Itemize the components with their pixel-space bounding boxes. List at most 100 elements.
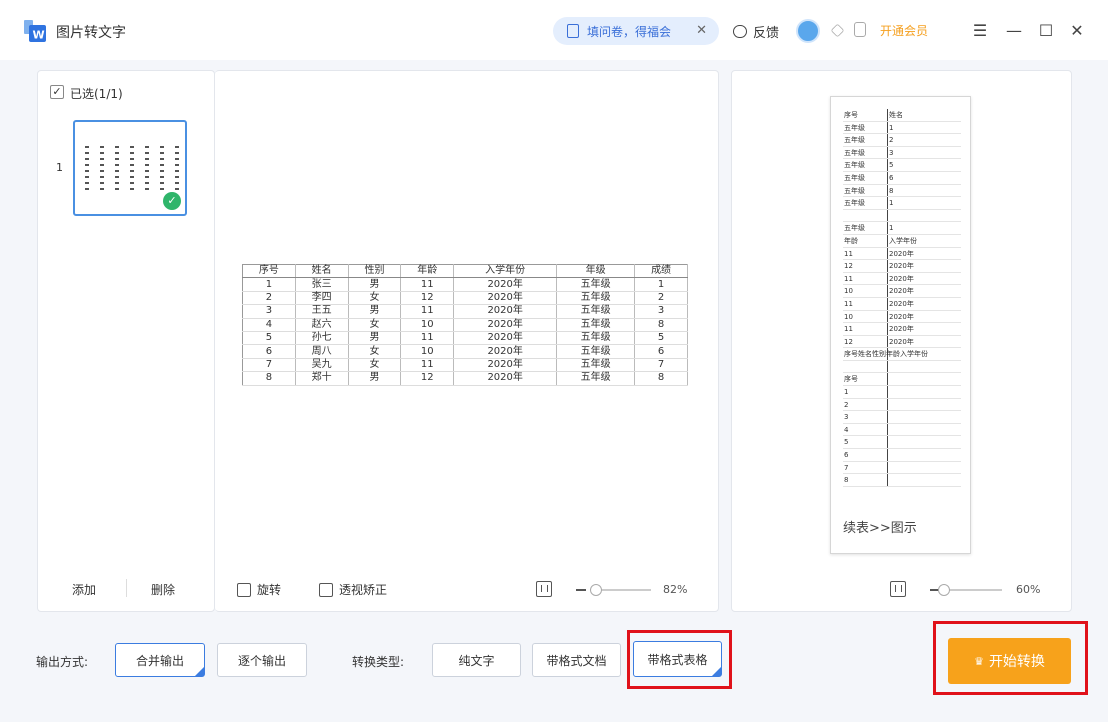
table-cell: 五年级	[556, 344, 636, 359]
table-cell: 1	[634, 277, 688, 292]
feedback-label: 反馈	[753, 26, 780, 41]
maximize-icon[interactable]: ☐	[1034, 18, 1058, 42]
result-cell: 五年级	[844, 173, 865, 182]
table-cell: 6	[242, 344, 296, 359]
minimize-icon[interactable]: —	[1002, 18, 1026, 42]
result-cell: 姓名	[889, 111, 903, 119]
table-cell: 2020年	[453, 318, 558, 332]
zoom-slider-handle[interactable]	[590, 584, 602, 596]
fit-page-icon[interactable]	[536, 581, 552, 597]
result-row: 7	[843, 461, 961, 475]
result-row: 11 2020年	[843, 297, 961, 311]
table-cell: 周八	[295, 344, 349, 359]
result-row: 序号 姓名	[843, 109, 961, 122]
table-cell: 10	[400, 318, 455, 332]
result-cell: 2020年	[889, 325, 914, 334]
table-cell: 2020年	[453, 304, 558, 319]
delete-button[interactable]: 删除	[151, 581, 175, 598]
add-button[interactable]: 添加	[72, 581, 96, 598]
close-icon[interactable]: ✕	[1065, 18, 1089, 42]
fit-page-icon[interactable]	[890, 581, 906, 597]
start-convert-button[interactable]: ♛ 开始转换	[948, 638, 1071, 684]
result-cell: 五年级	[844, 199, 865, 208]
result-cell: 入学年份	[889, 236, 917, 245]
table-cell: 女	[348, 344, 402, 359]
zoom-slider-handle[interactable]	[938, 584, 950, 596]
table-cell: 2020年	[453, 344, 558, 359]
table-cell: 8	[242, 371, 296, 386]
svg-text:W: W	[33, 29, 45, 42]
table-cell: 赵六	[295, 318, 349, 332]
result-cell: 五年级	[844, 148, 865, 157]
check-badge-icon: ✓	[163, 192, 181, 210]
result-row: 五年级 2	[843, 134, 961, 147]
table-row: 1 张三男 11 2020年 五年级 1	[242, 277, 688, 292]
result-cell: 1	[889, 224, 894, 233]
table-row: 2 李四女 12 2020年 五年级 2	[242, 291, 688, 306]
zoom-percent: 60%	[1016, 583, 1041, 596]
table-cell: 五年级	[556, 277, 636, 292]
result-cell: 序号	[844, 111, 858, 119]
table-cell: 五年级	[556, 371, 636, 386]
zoom-percent: 82%	[663, 583, 688, 596]
result-cell: 五年级	[844, 161, 865, 170]
table-cell: 2020年	[453, 291, 558, 306]
result-cell: 11	[844, 299, 853, 308]
rotate-button[interactable]: 旋转	[237, 581, 281, 598]
table-cell: 5	[242, 331, 296, 346]
table-cell: 女	[348, 291, 402, 306]
table-cell: 6	[634, 344, 688, 359]
result-row: 10 2020年	[843, 285, 961, 298]
table-cell: 女	[348, 318, 402, 332]
formatted-doc-button[interactable]: 带格式文档	[532, 643, 621, 677]
table-row: 4 赵六女 10 2020年 五年级 8	[242, 318, 688, 332]
result-cell: 8	[889, 186, 894, 195]
table-cell: 五年级	[556, 291, 636, 306]
separate-output-button[interactable]: 逐个输出	[217, 643, 307, 677]
result-cell: 11	[844, 325, 853, 334]
zoom-out-icon[interactable]	[576, 589, 586, 591]
table-cell: 2	[242, 291, 296, 306]
rotate-icon	[237, 582, 251, 597]
feedback-button[interactable]: 反馈	[733, 22, 779, 41]
result-cell: 五年级	[844, 123, 865, 132]
diamond-icon[interactable]	[830, 23, 845, 38]
table-cell: 11	[400, 358, 455, 373]
select-all-checkbox[interactable]: ✓	[50, 85, 64, 99]
avatar[interactable]	[796, 19, 820, 43]
zoom-slider[interactable]	[944, 589, 1002, 591]
chat-bubble-icon	[733, 25, 747, 38]
merge-output-button[interactable]: 合并输出	[115, 643, 205, 677]
result-cell: 2	[889, 136, 894, 145]
table-row: 6 周八女 10 2020年 五年级 6	[242, 344, 688, 359]
table-cell: 王五	[295, 304, 349, 319]
result-row: 11 2020年	[843, 323, 961, 336]
result-row: 6	[843, 449, 961, 462]
result-row: 2	[843, 398, 961, 412]
result-cell: 五年级	[844, 224, 865, 233]
menu-icon[interactable]: ☰	[968, 18, 992, 42]
result-cell: 2020年	[889, 312, 914, 321]
app-logo-icon: W	[24, 20, 46, 42]
result-row: 8	[843, 474, 961, 487]
result-row: 10 2020年	[843, 310, 961, 324]
badge-icon[interactable]	[854, 22, 866, 37]
result-cell: 5	[889, 161, 894, 170]
result-row: 序号姓名性别年龄入学年份	[843, 348, 961, 361]
result-cell: 1	[889, 199, 894, 208]
vip-link[interactable]: 开通会员	[880, 22, 928, 39]
table-cell: 5	[634, 331, 688, 346]
result-cell: 10	[844, 287, 853, 296]
result-row: 五年级 8	[843, 184, 961, 198]
crown-icon: ♛	[974, 654, 984, 668]
result-cell: 2020年	[889, 249, 914, 258]
thumbnail-item[interactable]: ✓	[73, 120, 187, 216]
promo-banner[interactable]: 填问卷，得福会 ✕	[553, 17, 719, 45]
preview-table-image: 序号 姓名 性别 年龄 入学年份 年级 成绩 1 张三男 11 2020年 五年级 1 2 李…	[242, 264, 688, 386]
result-row: 年龄 入学年份	[843, 234, 961, 248]
plain-text-button[interactable]: 纯文字	[432, 643, 521, 677]
perspective-button[interactable]: 透视矫正	[319, 581, 387, 598]
promo-close-icon[interactable]: ✕	[696, 23, 707, 38]
table-cell: 男	[348, 371, 402, 386]
table-row: 8 郑十男 12 2020年 五年级 8	[242, 371, 688, 386]
